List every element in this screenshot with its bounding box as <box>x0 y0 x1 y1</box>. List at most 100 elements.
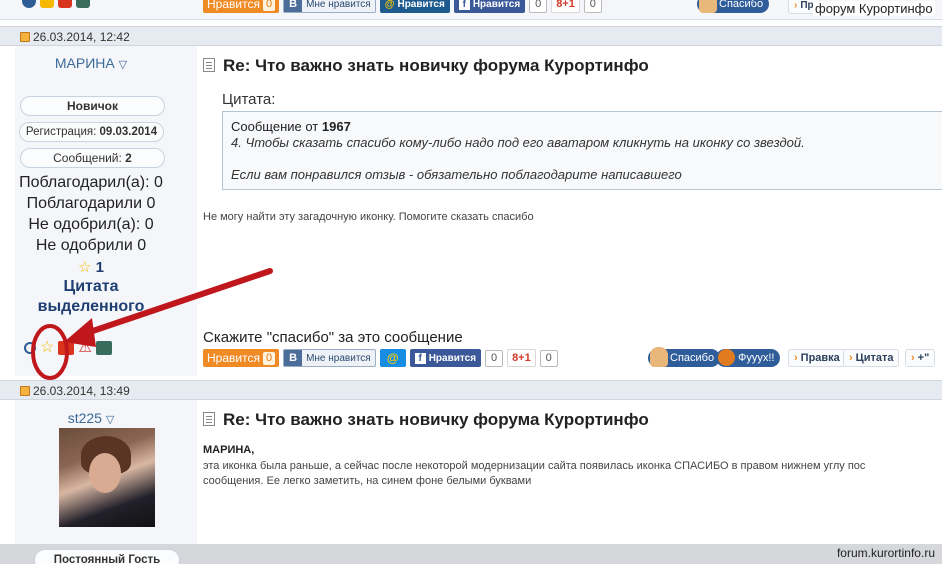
quote-badge-line1: Цитата <box>63 278 119 295</box>
thanks-label: Спасибо <box>670 352 715 364</box>
fuu-button[interactable]: Фууух!! <box>716 349 781 367</box>
user-stat-thanked: Поблагодарил(а): 0 <box>19 174 163 191</box>
mail-ru-button[interactable]: @ <box>379 349 406 367</box>
top-share-bar: Нравится 0 В Мне нравится @ Нравится f Нрави… <box>0 0 942 20</box>
avatar[interactable] <box>59 428 155 527</box>
edit-button[interactable]: › Правка <box>788 349 846 367</box>
mail-icon: @ <box>386 351 399 365</box>
thanks-prompt: Скажите "спасибо" за это сообщение <box>203 329 463 346</box>
quote-button-label: Цитата <box>855 352 894 364</box>
mail-icon: @ <box>384 0 395 10</box>
vk-icon: В <box>284 0 303 12</box>
source-watermark: forum.kurortinfo.ru <box>836 546 935 560</box>
edit-label: Правка <box>800 352 840 364</box>
dropdown-triangle-icon[interactable]: ▽ <box>119 59 127 71</box>
quote-author-name[interactable]: 1967 <box>322 119 351 134</box>
emoji-icon <box>718 349 735 366</box>
user-rank-badge: Новичок <box>20 96 165 116</box>
flag-icon[interactable] <box>58 341 75 355</box>
forum-title: форум Курортинфо <box>813 1 935 16</box>
search-icon[interactable] <box>24 342 36 354</box>
username: МАРИНА <box>54 55 115 71</box>
quote-label: Цитата: <box>222 91 276 108</box>
post-body-line: сообщения. Ее легко заметить, на синем ф… <box>203 475 532 487</box>
registration-date: 09.03.2014 <box>99 126 158 138</box>
user-stat-thanks-received: Поблагодарили 0 <box>26 195 156 212</box>
arrow-icon: › <box>849 352 853 364</box>
vk-like-button[interactable]: В Мне нравится <box>283 0 376 13</box>
quote-badge-line2: выделенного <box>37 298 145 315</box>
facebook-count: 0 <box>485 349 504 367</box>
facebook-like-button[interactable]: f Нравится <box>409 349 482 367</box>
like-button[interactable]: Нравится 0 <box>203 349 280 367</box>
user-stat-disapproved: Не одобрил(а): 0 <box>28 216 154 233</box>
mail-label: Нравится <box>397 0 445 10</box>
facebook-like-button[interactable]: f Нравится <box>453 0 526 13</box>
vk-like-button[interactable]: В Мне нравится <box>283 349 376 367</box>
quote-line: 4. Чтобы сказать спасибо кому-либо надо … <box>231 135 805 150</box>
mention[interactable]: МАРИНА, <box>203 444 254 456</box>
post-body: Не могу найти эту загадочную иконку. Пом… <box>203 211 534 223</box>
vk-label: Мне нравится <box>306 0 371 10</box>
book-icon[interactable] <box>95 341 112 355</box>
facebook-label: Нравится <box>428 352 477 364</box>
post-header: 26.03.2014, 13:49 <box>0 380 942 400</box>
user-action-icons: ☆ ⚠ <box>24 340 112 356</box>
share-row: Нравится 0 В Мне нравится @ f Нравится 0… <box>203 349 558 367</box>
vk-icon: В <box>284 350 303 366</box>
mail-like-button[interactable]: @ Нравится <box>379 0 450 13</box>
facebook-count: 0 <box>529 0 548 13</box>
google-plus-button[interactable]: 8+1 <box>507 349 536 367</box>
messages-count: 2 <box>125 151 132 165</box>
post-date: 26.03.2014, 12:42 <box>33 30 130 44</box>
post-title-text: Re: Что важно знать новичку форума Курор… <box>223 56 649 75</box>
user-rank-badge: Постоянный Гость <box>34 549 180 564</box>
quote-author-prefix: Сообщение от <box>231 119 319 134</box>
username-link[interactable]: МАРИНА ▽ <box>0 55 182 71</box>
document-icon <box>203 412 215 426</box>
dropdown-triangle-icon[interactable]: ▽ <box>106 414 114 426</box>
like-button[interactable]: Нравится 0 <box>203 0 280 13</box>
star-icon[interactable] <box>40 0 54 8</box>
like-count: 0 <box>262 351 276 365</box>
arrow-icon: › <box>911 352 915 364</box>
thanks-button[interactable]: Спасибо <box>648 347 721 367</box>
google-plus-count: 0 <box>539 349 558 367</box>
top-thanks-button[interactable]: Спасибо <box>697 0 770 13</box>
like-label: Нравится <box>207 351 260 365</box>
book-icon[interactable] <box>76 0 90 8</box>
hand-icon <box>650 347 668 367</box>
top-thanks-label: Спасибо <box>719 0 764 10</box>
vk-label: Мне нравится <box>306 352 371 364</box>
google-plus-button[interactable]: 8+1 <box>551 0 580 13</box>
calendar-icon <box>20 32 30 42</box>
hand-icon <box>699 0 717 13</box>
top-user-icons <box>22 0 90 8</box>
user-star-count: 1 <box>95 259 104 276</box>
username-link[interactable]: st225 ▽ <box>0 410 182 426</box>
flag-icon[interactable] <box>58 0 72 8</box>
quote-author: Сообщение от 1967 <box>231 119 351 134</box>
post-header: 26.03.2014, 12:42 <box>0 26 942 46</box>
top-partial-label: Пр <box>800 0 814 11</box>
warning-icon[interactable]: ⚠ <box>78 340 91 355</box>
post-body-line: эта иконка была раньше, а сейчас после н… <box>203 460 866 472</box>
registration-label: Регистрация: <box>25 126 97 138</box>
facebook-icon: f <box>414 352 426 364</box>
post-title: Re: Что важно знать новичку форума Курор… <box>203 410 649 430</box>
post-date: 26.03.2014, 13:49 <box>33 384 130 398</box>
like-count: 0 <box>262 0 276 11</box>
star-icon: ☆ <box>78 259 92 276</box>
mention-name: МАРИНА <box>203 444 252 456</box>
search-icon[interactable] <box>22 0 36 8</box>
user-stat-disapproved-received: Не одобрили 0 <box>35 237 147 254</box>
star-icon[interactable]: ☆ <box>40 340 54 356</box>
quote-box: Сообщение от 1967 4. Чтобы сказать спаси… <box>222 111 942 190</box>
quote-line: Если вам понравился отзыв - обязательно … <box>231 167 682 182</box>
messages-label: Сообщений: <box>53 151 122 165</box>
facebook-icon: f <box>458 0 470 10</box>
quote-button[interactable]: › Цитата <box>843 349 900 367</box>
calendar-icon <box>20 386 30 396</box>
messages-badge: Сообщений: 2 <box>20 148 165 168</box>
multiquote-button[interactable]: › +" <box>905 349 936 367</box>
